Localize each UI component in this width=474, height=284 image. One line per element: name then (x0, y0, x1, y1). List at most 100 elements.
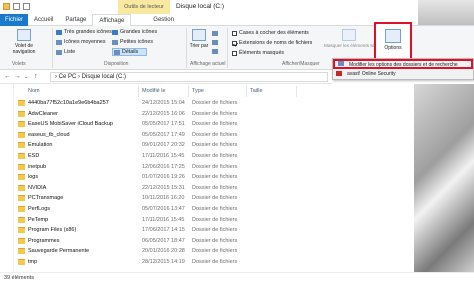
column-type[interactable]: Type (192, 88, 204, 94)
folder-icon[interactable] (3, 3, 10, 10)
folder-icon (18, 100, 25, 106)
layout-large-icons[interactable]: Grandes icônes (112, 29, 157, 35)
checkbox-hidden-items[interactable]: Éléments masqués (232, 50, 284, 56)
file-type: Dossier de fichiers (192, 227, 238, 234)
layout-label: Liste (64, 49, 76, 55)
file-name: PeTemp (28, 216, 49, 223)
back-arrow-icon[interactable]: ← (4, 73, 11, 80)
layout-details[interactable]: Détails (112, 48, 148, 56)
file-name: tmp (28, 258, 38, 265)
folder-icon (18, 195, 25, 202)
tab-home[interactable]: Accueil (28, 14, 59, 26)
checkbox-item-checkboxes[interactable]: Cases à cocher des éléments (232, 30, 309, 36)
tab-share[interactable]: Partage (59, 14, 92, 26)
options-icon (385, 29, 401, 43)
column-divider[interactable] (246, 86, 247, 97)
layout-list[interactable]: Liste (56, 49, 75, 55)
avast-icon (336, 71, 342, 76)
address-path[interactable]: › Ce PC › Disque local (C:) (50, 72, 328, 82)
table-row[interactable]: NVIDIA 22/12/2015 15:31 Dossier de fichier… (14, 183, 414, 194)
table-row[interactable]: inetpub 12/06/2016 17:25 Dossier de fichie… (14, 162, 414, 173)
navigation-pane-icon (17, 29, 31, 41)
chevron-down-icon[interactable]: ⌄ (24, 74, 28, 80)
checkbox-file-extensions[interactable]: Extensions de noms de fichiers (232, 40, 312, 46)
table-row[interactable]: Sauvegarde Permanente 20/01/2016 20:28 Dos… (14, 246, 414, 257)
table-row[interactable]: logs 01/07/2016 19:26 Dossier de fichiers (14, 172, 414, 183)
menu-item-folder-options[interactable]: Modifier les options des dossiers et de … (333, 59, 473, 69)
file-date: 22/12/2015 15:31 (142, 184, 185, 191)
checkbox[interactable] (232, 30, 237, 36)
file-type: Dossier de fichiers (192, 152, 238, 159)
table-row[interactable]: 4440ba77f52c10a1e9e6b4ba257 24/12/2015 15… (14, 98, 414, 109)
tab-file[interactable]: Fichier (0, 14, 29, 26)
table-row[interactable]: tmp 28/12/2015 14:19 Dossier de fichiers (14, 257, 414, 268)
file-name: PerfLogs (28, 205, 51, 212)
table-row[interactable]: AdwCleaner 22/12/2015 16:06 Dossier de fic… (14, 109, 414, 120)
layout-label: Icônes moyennes (64, 39, 106, 45)
file-type: Dossier de fichiers (192, 184, 238, 191)
table-row[interactable]: ESD 17/11/2016 15:45 Dossier de fichiers (14, 151, 414, 162)
folder-icon (18, 142, 25, 149)
new-folder-icon[interactable] (23, 3, 30, 10)
layout-small-icons[interactable]: Petites icônes (112, 39, 153, 45)
table-row[interactable]: Program Files (x86) 17/06/2017 14:15 Dossi… (14, 225, 414, 236)
file-type: Dossier de fichiers (192, 248, 238, 255)
add-columns-icon (212, 40, 218, 45)
tab-view[interactable]: Affichage (92, 14, 132, 26)
table-row[interactable]: EaseUS MobiSaver iCloud Backup 05/05/2017… (14, 119, 414, 130)
background-photo (414, 84, 474, 272)
navigation-pane[interactable] (0, 84, 14, 272)
divider (186, 28, 187, 68)
column-divider[interactable] (138, 86, 139, 97)
file-name: Program Files (x86) (28, 227, 77, 234)
column-divider[interactable] (188, 86, 189, 97)
table-row[interactable]: PCTransmage 10/11/2016 16:20 Dossier de fi… (14, 193, 414, 204)
options-button[interactable]: Options (374, 22, 412, 60)
fit-columns-button[interactable] (212, 49, 218, 54)
file-name: PCTransmage (28, 195, 64, 202)
folder-icon (18, 121, 25, 128)
file-type: Dossier de fichiers (192, 174, 238, 181)
file-date: 17/11/2016 15:45 (142, 152, 185, 159)
forward-arrow-icon[interactable]: → (14, 73, 21, 80)
column-name[interactable]: Nom (28, 88, 40, 94)
layout-label: Très grandes icônes (64, 29, 112, 35)
file-name: EaseUS MobiSaver iCloud Backup (28, 121, 113, 128)
navigation-pane-button[interactable]: Volet de navigation (4, 29, 44, 55)
navigation-pane-label: Volet de navigation (12, 43, 36, 55)
file-name: 4440ba77f52c10a1e9e6b4ba257 (28, 100, 109, 106)
file-date: 24/12/2015 15:04 (142, 100, 185, 106)
properties-icon[interactable] (13, 3, 20, 10)
group-by-button[interactable] (212, 31, 218, 36)
tab-manage[interactable]: Gestion (147, 14, 180, 26)
layout-very-large-icons[interactable]: Très grandes icônes (56, 29, 112, 35)
layout-medium-icons[interactable]: Icônes moyennes (56, 39, 106, 45)
checkbox[interactable] (232, 40, 237, 46)
checkbox-label: Éléments masqués (239, 50, 285, 56)
hide-selected-label: Masquer les éléments sélectionnés (324, 43, 396, 48)
table-row[interactable]: PerfLogs 05/07/2016 13:47 Dossier de fichi… (14, 204, 414, 215)
column-modified[interactable]: Modifié le (142, 88, 166, 94)
file-type: Dossier de fichiers (192, 100, 238, 106)
column-divider[interactable] (296, 86, 297, 97)
file-date: 17/11/2016 15:45 (142, 216, 185, 223)
file-type: Dossier de fichiers (192, 163, 238, 170)
menu-item-label: avast! Online Security (347, 71, 396, 77)
file-date: 28/12/2015 14:19 (142, 258, 185, 265)
column-size[interactable]: Taille (250, 88, 263, 94)
table-row[interactable]: Programmes 06/05/2017 18:47 Dossier de fic… (14, 236, 414, 247)
table-row[interactable]: easeus_tb_cloud 05/05/2017 17:49 Dossier d… (14, 130, 414, 141)
add-columns-button[interactable] (212, 40, 218, 45)
up-arrow-icon[interactable]: ↑ (34, 73, 38, 80)
file-type: Dossier de fichiers (192, 237, 238, 244)
hide-selected-button[interactable]: Masquer les éléments sélectionnés (324, 29, 396, 48)
file-type: Dossier de fichiers (192, 110, 238, 117)
menu-item-label: Modifier les options des dossiers et de … (349, 62, 458, 68)
sort-by-button[interactable]: Trier par (188, 29, 210, 49)
menu-item-avast[interactable]: avast! Online Security (333, 69, 473, 79)
folder-options-icon (338, 61, 344, 66)
table-row[interactable]: Emulation 09/01/2017 20:32 Dossier de fich… (14, 140, 414, 151)
table-row[interactable]: PeTemp 17/11/2016 15:45 Dossier de fichier… (14, 215, 414, 226)
checkbox[interactable] (232, 50, 237, 56)
divider (227, 28, 228, 68)
